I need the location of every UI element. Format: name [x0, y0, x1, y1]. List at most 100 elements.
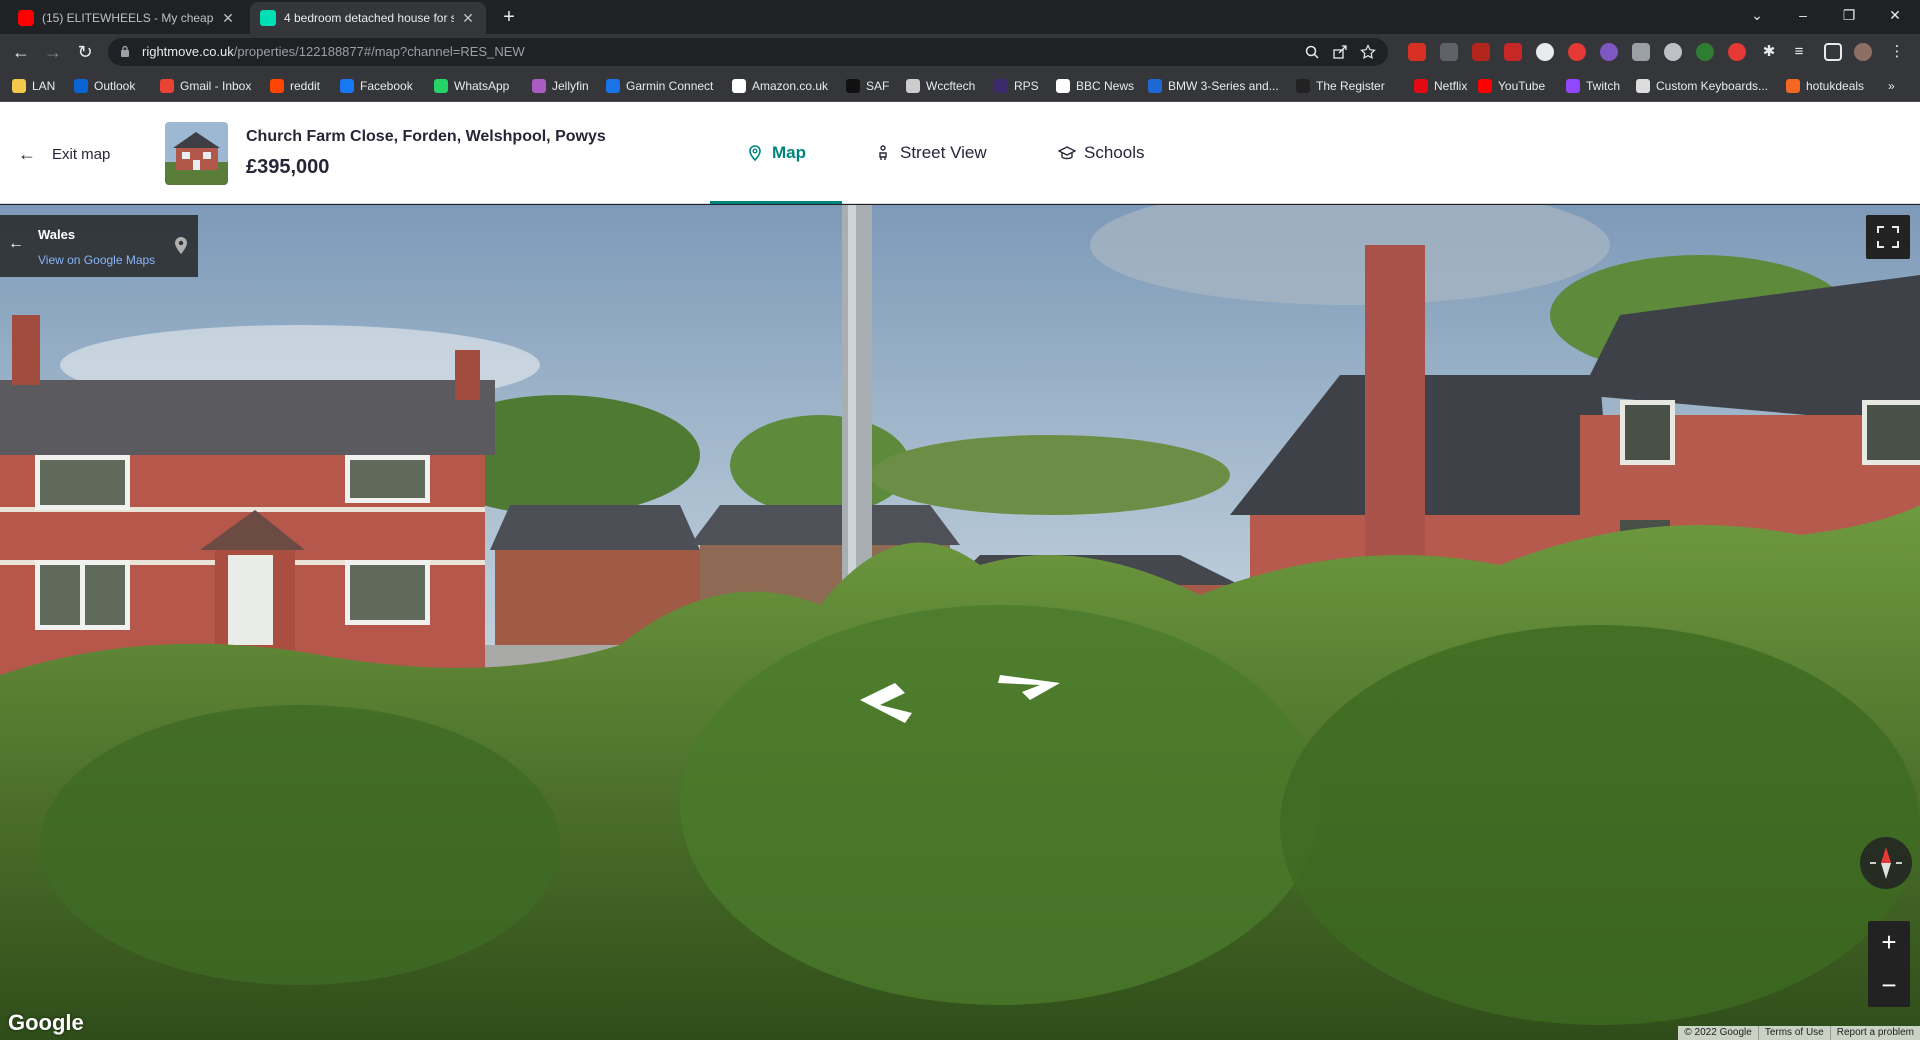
bookmark-facebook[interactable]: Facebook	[340, 77, 413, 95]
compass-icon	[1870, 847, 1902, 879]
youtube-extension-icon[interactable]	[1728, 43, 1746, 61]
reload-button[interactable]: ↻	[72, 40, 98, 64]
close-window-button[interactable]: ✕	[1872, 0, 1918, 30]
bookmark-keyboard[interactable]: Custom Keyboards...	[1636, 77, 1768, 95]
browser-tab-strip: (15) ELITEWHEELS - My cheapest ✕ 4 bedro…	[0, 0, 1920, 34]
location-pin-icon[interactable]	[174, 235, 188, 255]
tab-street-view[interactable]: Street View	[874, 102, 987, 204]
bookmark-whatsapp[interactable]: WhatsApp	[434, 77, 509, 95]
property-thumbnail[interactable]	[165, 122, 228, 185]
bookmark-label: hotukdeals	[1806, 79, 1865, 93]
copyright-text: © 2022 Google	[1684, 1027, 1752, 1038]
twitch-icon	[1566, 79, 1580, 93]
zoom-in-button[interactable]: +	[1868, 921, 1910, 964]
zoom-out-button[interactable]: −	[1868, 964, 1910, 1007]
bookmark-label: BBC News	[1076, 79, 1135, 93]
bookmark-netflix[interactable]: Netflix	[1414, 77, 1467, 95]
extension-icon[interactable]	[1664, 43, 1682, 61]
whatsapp-icon	[434, 79, 448, 93]
bookmark-folder[interactable]: LAN	[12, 77, 55, 95]
tab-search-icon[interactable]: ⌄	[1734, 0, 1780, 30]
extension-icon[interactable]	[1568, 43, 1586, 61]
bookmark-star-icon[interactable]	[1360, 44, 1376, 60]
view-on-google-maps-link[interactable]: View on Google Maps	[38, 253, 155, 267]
terms-of-use-link[interactable]: Terms of Use	[1757, 1026, 1830, 1040]
bookmark-wccftech[interactable]: Wccftech	[906, 77, 975, 95]
bookmark-reddit[interactable]: reddit	[270, 77, 320, 95]
bookmarks-overflow-button[interactable]: »	[1888, 77, 1895, 95]
tab-map[interactable]: Map	[710, 102, 842, 204]
side-panel-icon[interactable]	[1824, 43, 1842, 61]
bookmark-label: Netflix	[1434, 79, 1468, 93]
bookmark-saf[interactable]: SAF	[846, 77, 889, 95]
wccftech-icon	[906, 79, 920, 93]
new-tab-button[interactable]: +	[498, 6, 520, 28]
puzzle-extensions-icon[interactable]: ✱	[1760, 43, 1778, 61]
google-logo[interactable]: Google	[8, 1010, 84, 1036]
chrome-menu-icon[interactable]: ⋮	[1888, 43, 1906, 61]
tab-title: (15) ELITEWHEELS - My cheapest	[42, 11, 214, 25]
bookmark-label: Facebook	[360, 79, 413, 93]
youtube-icon	[1478, 79, 1492, 93]
tab-label: Schools	[1084, 143, 1145, 162]
bookmark-bmw[interactable]: BMW 3-Series and...	[1148, 77, 1279, 95]
extension-icon[interactable]	[1632, 43, 1650, 61]
bookmark-rps[interactable]: RPS	[994, 77, 1039, 95]
ublock-extension-icon[interactable]	[1472, 43, 1490, 61]
fullscreen-button[interactable]	[1866, 215, 1910, 259]
bookmark-label: YouTube	[1498, 79, 1546, 93]
hotukdeals-icon	[1786, 79, 1800, 93]
bookmark-bbc[interactable]: BBC News	[1056, 77, 1134, 95]
share-icon[interactable]	[1332, 44, 1348, 60]
extension-icon[interactable]	[1440, 43, 1458, 61]
extension-icon[interactable]	[1536, 43, 1554, 61]
street-view-panorama[interactable]: ← Wales View on Google Maps + − Google ©…	[0, 205, 1920, 1040]
close-tab-icon[interactable]: ✕	[220, 10, 236, 26]
extension-icon[interactable]	[1696, 43, 1714, 61]
zoom-icon[interactable]	[1304, 44, 1320, 60]
restore-button[interactable]: ❐	[1826, 0, 1872, 30]
tab-label: Street View	[900, 143, 987, 162]
map-pin-icon	[749, 145, 761, 162]
bookmark-label: Outlook	[94, 79, 136, 93]
bookmark-label: Jellyfin	[552, 79, 589, 93]
bookmark-youtube[interactable]: YouTube	[1478, 77, 1545, 95]
compass-control[interactable]	[1860, 837, 1912, 889]
bookmark-gmail[interactable]: Gmail - Inbox	[160, 77, 251, 95]
forward-button[interactable]: →	[40, 40, 66, 64]
zoom-control: + −	[1868, 921, 1910, 1007]
close-tab-icon[interactable]: ✕	[460, 10, 476, 26]
facebook-icon	[340, 79, 354, 93]
report-problem-link[interactable]: Report a problem	[1829, 1026, 1920, 1040]
bookmark-label: The Register	[1316, 79, 1385, 93]
browser-tab-active[interactable]: 4 bedroom detached house for sale ✕	[250, 2, 486, 34]
address-bar[interactable]: rightmove.co.uk/properties/122188877#/ma…	[108, 38, 1388, 66]
browser-toolbar: ← → ↻ rightmove.co.uk/properties/1221888…	[0, 34, 1920, 70]
register-icon	[1296, 79, 1310, 93]
property-header: ← Exit map Church Farm Close, Forden, We…	[0, 102, 1920, 204]
bookmark-register[interactable]: The Register	[1296, 77, 1385, 95]
browser-tab[interactable]: (15) ELITEWHEELS - My cheapest ✕	[8, 2, 246, 34]
bookmark-garmin[interactable]: Garmin Connect	[606, 77, 713, 95]
bookmark-label: Garmin Connect	[626, 79, 714, 93]
bookmark-amazon[interactable]: Amazon.co.uk	[732, 77, 828, 95]
bookmark-hotukdeals[interactable]: hotukdeals	[1786, 77, 1864, 95]
extension-icon[interactable]	[1504, 43, 1522, 61]
adblock-extension-icon[interactable]	[1408, 43, 1426, 61]
profile-avatar[interactable]	[1854, 43, 1872, 61]
bookmark-outlook[interactable]: Outlook	[74, 77, 135, 95]
minimize-button[interactable]: –	[1780, 0, 1826, 30]
url-path: /properties/122188877#/map?channel=RES_N…	[233, 44, 525, 59]
lock-icon	[121, 45, 129, 57]
bookmark-label: SAF	[866, 79, 890, 93]
back-button[interactable]: ←	[8, 40, 34, 64]
saf-icon	[846, 79, 860, 93]
back-arrow-icon[interactable]: ←	[8, 235, 24, 253]
bookmark-jellyfin[interactable]: Jellyfin	[532, 77, 589, 95]
reading-list-icon[interactable]: ≡	[1790, 43, 1808, 61]
tab-schools[interactable]: Schools	[1058, 102, 1144, 204]
map-footer: © 2022 Google Terms of Use Report a prob…	[1678, 1026, 1920, 1040]
extension-icon[interactable]	[1600, 43, 1618, 61]
bookmark-twitch[interactable]: Twitch	[1566, 77, 1620, 95]
exit-map-button[interactable]: ← Exit map	[18, 144, 110, 165]
